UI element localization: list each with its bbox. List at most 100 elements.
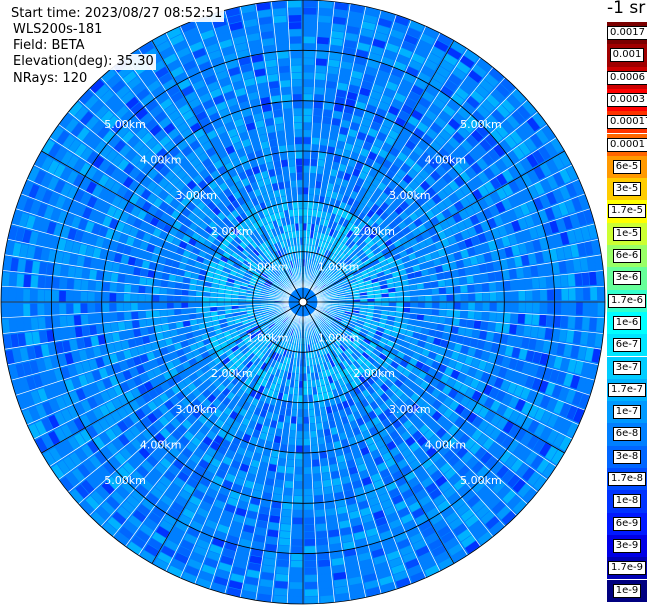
ppi-cell [87,292,95,302]
ppi-cell [322,109,333,118]
ppi-cell [583,286,591,301]
ppi-cell [289,173,296,181]
ppi-cell [303,29,316,37]
range-ring-label: 2.00km [211,225,253,238]
legend-entry: 0.0017 [607,22,647,45]
ppi-cell [503,312,511,323]
ppi-cell [596,317,604,332]
ppi-cell [417,302,425,308]
ppi-cell [294,380,299,388]
ppi-cell [74,326,83,338]
ppi-cell [523,325,532,337]
ppi-cell [313,487,324,496]
range-ring-label: 1.00km [247,260,289,273]
ppi-cell [277,58,290,67]
ppi-cell [298,388,303,395]
ppi-cell [326,73,338,82]
ppi-cell [303,43,315,51]
ppi-cell [323,486,334,495]
ppi-cell [295,452,303,460]
ppi-cell [95,313,103,324]
ppi-cell [74,267,83,279]
ppi-cell [540,302,547,314]
ppi-cell [322,472,332,481]
ppi-cell [16,318,25,333]
ppi-cell [312,115,322,124]
ppi-cell [561,288,569,301]
ppi-cell [560,274,568,287]
ppi-cell [282,108,293,117]
ppi-cell [316,523,327,532]
ppi-cell [274,29,288,38]
ppi-cell [102,282,110,292]
ppi-cell [73,279,82,291]
ppi-cell [453,302,461,310]
legend-entry-label: 0.001 [609,48,645,63]
ppi-cell [287,151,295,159]
ppi-cell [396,296,404,302]
ppi-cell [304,474,313,482]
range-ring-label: 2.00km [211,367,253,380]
range-ring-label: 5.00km [104,118,146,131]
ppi-cell [82,325,90,337]
ppi-cell [195,302,203,308]
ppi-cell [276,131,285,139]
ppi-cell [581,271,590,286]
ppi-cell [360,302,368,305]
ppi-cell [574,272,583,286]
ppi-cell [1,288,9,302]
ppi-cell [195,291,203,297]
range-ring-label: 4.00km [140,154,182,167]
ppi-cell [131,303,138,312]
ppi-cell [293,387,299,395]
ppi-cell [304,589,319,597]
ppi-cell [489,291,497,301]
ppi-cell [277,138,286,146]
ppi-cell [303,108,312,116]
ppi-cell [288,159,295,167]
ppi-cell [282,101,292,109]
ppi-cell [453,293,461,302]
ppi-cell [310,423,317,431]
ppi-cell [66,315,75,327]
ppi-cell [303,230,307,238]
range-ring-label: 3.00km [175,403,217,416]
ppi-cell [460,310,468,319]
legend-entry-label: 1.7e-6 [607,293,647,308]
legend-entry: 0.001 [607,44,647,67]
ppi-cell [303,209,308,216]
ppi-cell [268,522,280,531]
ppi-cell [327,66,339,75]
ppi-cell [44,303,52,316]
ppi-cell [292,108,302,116]
ppi-cell [288,22,302,30]
ppi-cell [287,14,302,22]
ppi-cell [290,58,302,66]
ppi-cell [474,283,482,292]
legend-entry-label: 6e-5 [612,159,642,174]
ppi-cell [304,531,316,539]
ppi-cell [286,144,295,152]
legend-entry: 0.0003 [607,88,647,112]
ppi-cell [309,166,317,174]
ppi-cell [318,559,331,567]
range-ring-label: 1.00km [318,332,360,345]
ppi-cell [461,302,468,310]
ppi-cell [303,216,307,223]
legend-entry: 0.0001 [607,133,647,156]
ppi-cell [424,308,432,315]
ppi-cell [280,523,292,532]
ppi-cell [283,422,291,431]
ppi-cell [286,466,295,474]
ppi-cell [310,144,319,152]
ppi-cell [531,314,540,326]
ppi-cell [438,316,446,324]
ppi-cell [293,115,302,123]
legend-entry-label: 3e-6 [612,271,642,286]
ppi-cell [288,445,296,453]
ppi-cell [316,29,330,38]
ppi-cell [303,431,311,439]
ppi-cell [532,289,540,301]
legend-entry-label: 1e-5 [612,226,642,241]
ppi-cell [284,480,294,489]
